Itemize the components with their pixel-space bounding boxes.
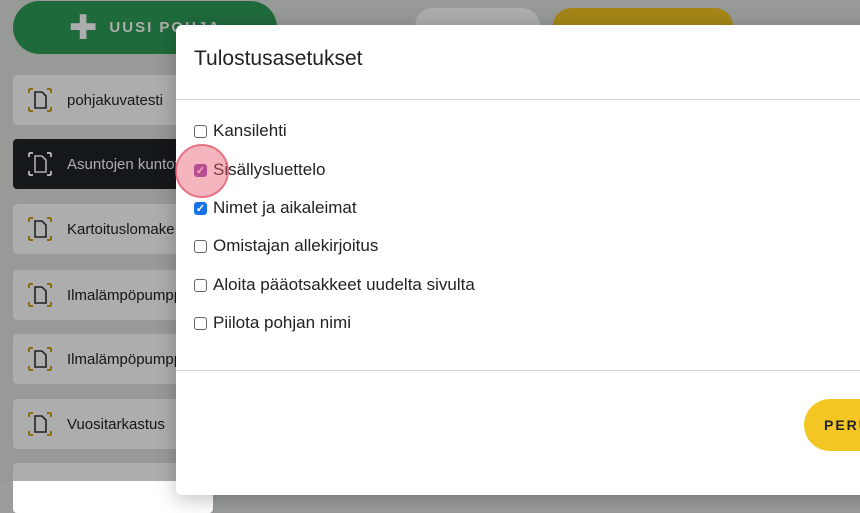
option-label: Kansilehti — [213, 121, 287, 140]
checkbox[interactable] — [194, 316, 207, 330]
option-table-of-contents[interactable]: ✓ Sisällysluettelo — [194, 160, 325, 180]
checkbox[interactable]: ✓ — [194, 163, 207, 177]
checkbox[interactable] — [194, 239, 207, 253]
divider — [176, 99, 860, 100]
checkbox[interactable]: ✓ — [194, 201, 207, 215]
print-settings-dialog: Tulostusasetukset Kansilehti ✓ Sisällysl… — [176, 25, 860, 495]
option-label: Nimet ja aikaleimat — [213, 198, 357, 217]
cancel-button[interactable]: PERU — [804, 399, 860, 451]
option-headings-new-page[interactable]: Aloita pääotsakkeet uudelta sivulta — [194, 275, 475, 295]
option-cover-page[interactable]: Kansilehti — [194, 121, 287, 141]
checkbox[interactable] — [194, 278, 207, 292]
option-label: Piilota pohjan nimi — [213, 313, 351, 332]
option-names-and-timestamps[interactable]: ✓ Nimet ja aikaleimat — [194, 198, 357, 218]
option-label: Sisällysluettelo — [213, 160, 326, 179]
dialog-title: Tulostusasetukset — [194, 47, 363, 70]
option-hide-template-name[interactable]: Piilota pohjan nimi — [194, 313, 351, 333]
divider — [176, 370, 860, 371]
option-label: Omistajan allekirjoitus — [213, 236, 379, 255]
checkbox[interactable] — [194, 124, 207, 138]
option-label: Aloita pääotsakkeet uudelta sivulta — [213, 275, 475, 294]
option-owner-signature[interactable]: Omistajan allekirjoitus — [194, 236, 378, 256]
